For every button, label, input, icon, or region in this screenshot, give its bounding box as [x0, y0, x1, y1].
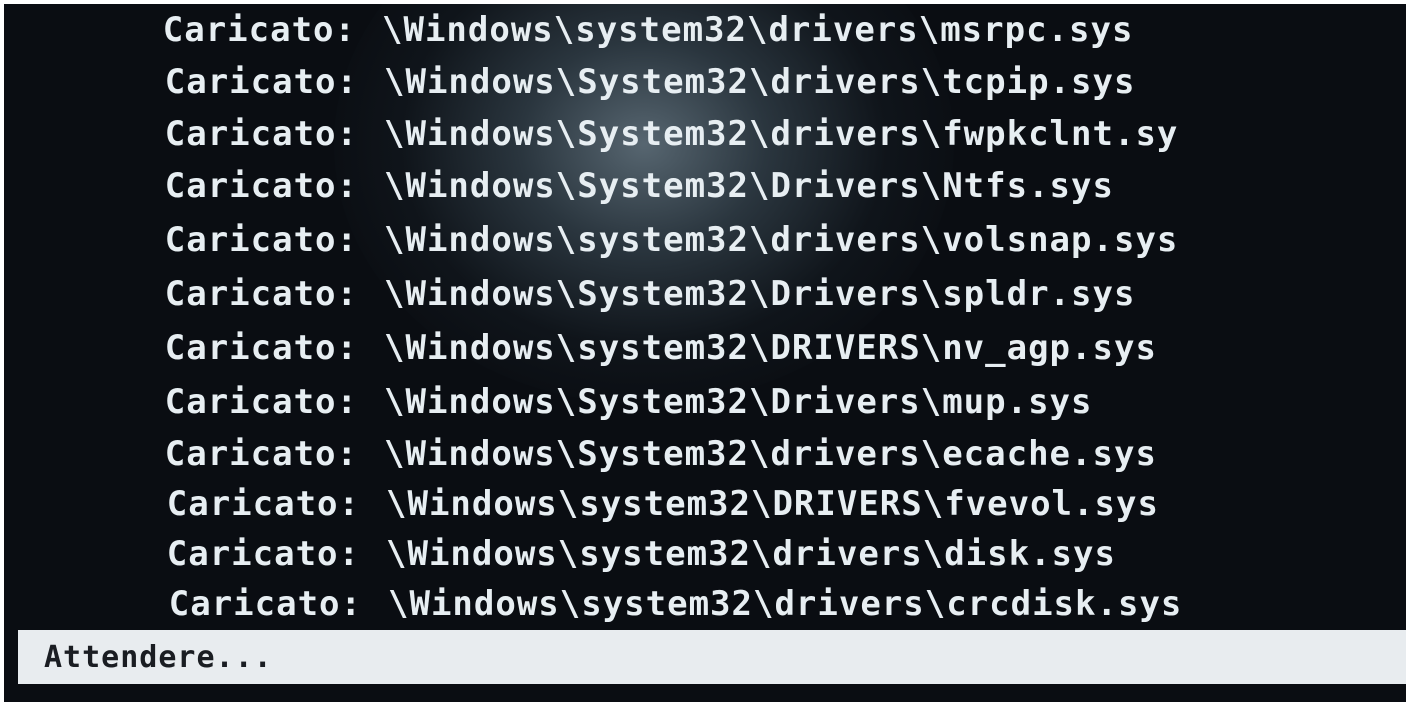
bottom-edge [4, 684, 1406, 702]
log-line-label: Caricato: [166, 484, 360, 524]
log-line-path: \Windows\System32\drivers\ecache.sys [384, 434, 1157, 474]
log-line-label: Caricato: [164, 166, 358, 206]
log-line-path: \Windows\system32\drivers\volsnap.sys [384, 220, 1179, 260]
boot-log: Caricato: \Windows\system32\drivers\msrp… [4, 10, 1406, 632]
status-text: Attendere... [44, 640, 273, 675]
boot-screen: Caricato: \Windows\system32\drivers\msrp… [4, 4, 1406, 702]
log-line-path: \Windows\System32\Drivers\Ntfs.sys [384, 166, 1114, 206]
log-line-label: Caricato: [164, 62, 358, 102]
log-line-path: \Windows\system32\drivers\msrpc.sys [382, 10, 1134, 50]
log-line-label: Caricato: [164, 220, 358, 260]
log-line-path: \Windows\system32\drivers\disk.sys [386, 534, 1116, 574]
log-line-path: \Windows\system32\DRIVERS\nv_agp.sys [384, 328, 1157, 368]
log-line-path: \Windows\System32\drivers\fwpkclnt.sy [384, 114, 1179, 154]
status-bar: Attendere... [18, 630, 1406, 684]
log-line-label: Caricato: [162, 10, 356, 50]
log-line-label: Caricato: [164, 328, 358, 368]
log-line-label: Caricato: [168, 584, 362, 624]
log-line-label: Caricato: [164, 114, 358, 154]
log-line-path: \Windows\System32\drivers\tcpip.sys [384, 62, 1136, 102]
log-line-path: \Windows\System32\Drivers\mup.sys [384, 382, 1093, 422]
log-line-label: Caricato: [164, 434, 358, 474]
log-line-path: \Windows\system32\DRIVERS\fvevol.sys [386, 484, 1159, 524]
log-line-path: \Windows\system32\drivers\crcdisk.sys [388, 584, 1183, 624]
log-line-label: Caricato: [164, 382, 358, 422]
log-line-label: Caricato: [166, 534, 360, 574]
log-line-path: \Windows\System32\Drivers\spldr.sys [384, 274, 1136, 314]
log-line-label: Caricato: [164, 274, 358, 314]
